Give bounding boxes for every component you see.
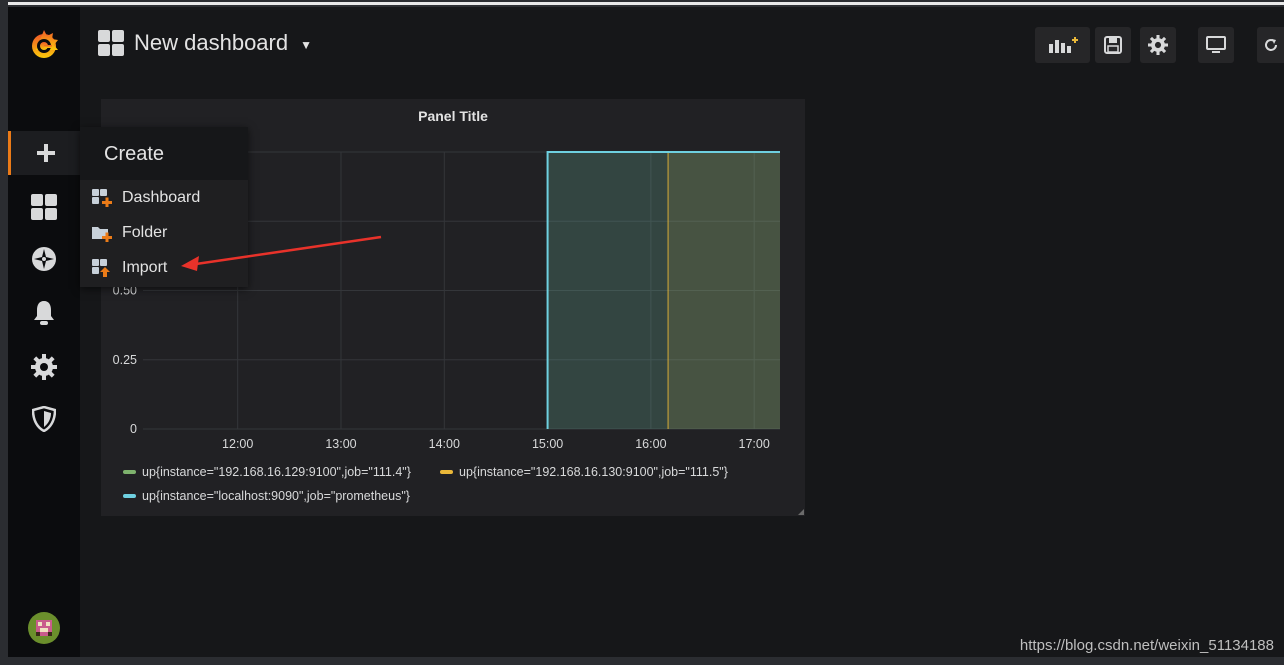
menu-item-label: Dashboard	[122, 189, 201, 206]
menu-item-label: Import	[122, 259, 168, 276]
legend-item[interactable]: up{instance="192.168.16.130:9100",job="1…	[440, 465, 728, 479]
legend-label: up{instance="192.168.16.129:9100",job="1…	[142, 465, 411, 479]
watermark: https://blog.csdn.net/weixin_51134188	[1019, 637, 1274, 654]
chevron-down-icon: ▼	[300, 38, 312, 52]
create-menu-header[interactable]: Create	[80, 127, 248, 180]
dashboard-plus-icon	[92, 189, 112, 207]
create-menu: Create Dashboard Folder Import	[80, 127, 248, 287]
menu-item-folder[interactable]: Folder	[92, 221, 167, 245]
legend-item[interactable]: up{instance="localhost:9090",job="promet…	[123, 489, 410, 503]
dashboard-picker[interactable]: New dashboard ▼	[98, 30, 312, 56]
dashboard-grid-icon	[98, 30, 124, 56]
dashboard-title: New dashboard	[134, 30, 289, 55]
legend-label: up{instance="192.168.16.130:9100",job="1…	[459, 465, 728, 479]
legend-swatch	[123, 470, 136, 474]
panel-title[interactable]: Panel Title	[101, 108, 805, 124]
screenshot-frame-left	[0, 7, 8, 665]
explore-icon[interactable]	[8, 237, 80, 281]
plus-icon[interactable]	[8, 131, 80, 175]
gear-icon[interactable]	[8, 345, 80, 389]
legend-label: up{instance="localhost:9090",job="promet…	[142, 489, 410, 503]
settings-icon[interactable]	[1140, 27, 1176, 63]
legend-swatch	[440, 470, 453, 474]
screenshot-frame-bottom	[0, 657, 1284, 665]
create-menu-title: Create	[104, 143, 165, 165]
dashboards-icon[interactable]	[8, 185, 80, 229]
save-icon[interactable]	[1095, 27, 1131, 63]
legend-swatch	[123, 494, 136, 498]
add-panel-icon[interactable]	[1035, 27, 1090, 63]
legend-item[interactable]: up{instance="192.168.16.129:9100",job="1…	[123, 465, 411, 479]
avatar[interactable]	[8, 606, 80, 650]
panel-resize-handle[interactable]	[798, 509, 804, 515]
screenshot-frame-line	[8, 2, 1284, 5]
grafana-logo-icon[interactable]	[8, 23, 80, 67]
sidebar	[8, 7, 80, 657]
menu-item-dashboard[interactable]: Dashboard	[92, 186, 200, 210]
shield-icon[interactable]	[8, 397, 80, 441]
alert-bell-icon[interactable]	[8, 291, 80, 335]
folder-plus-icon	[92, 227, 112, 242]
menu-item-import[interactable]: Import	[92, 256, 167, 280]
menu-item-label: Folder	[122, 224, 168, 241]
tv-mode-icon[interactable]	[1198, 27, 1234, 63]
refresh-icon[interactable]	[1257, 27, 1284, 63]
import-icon	[92, 259, 110, 277]
